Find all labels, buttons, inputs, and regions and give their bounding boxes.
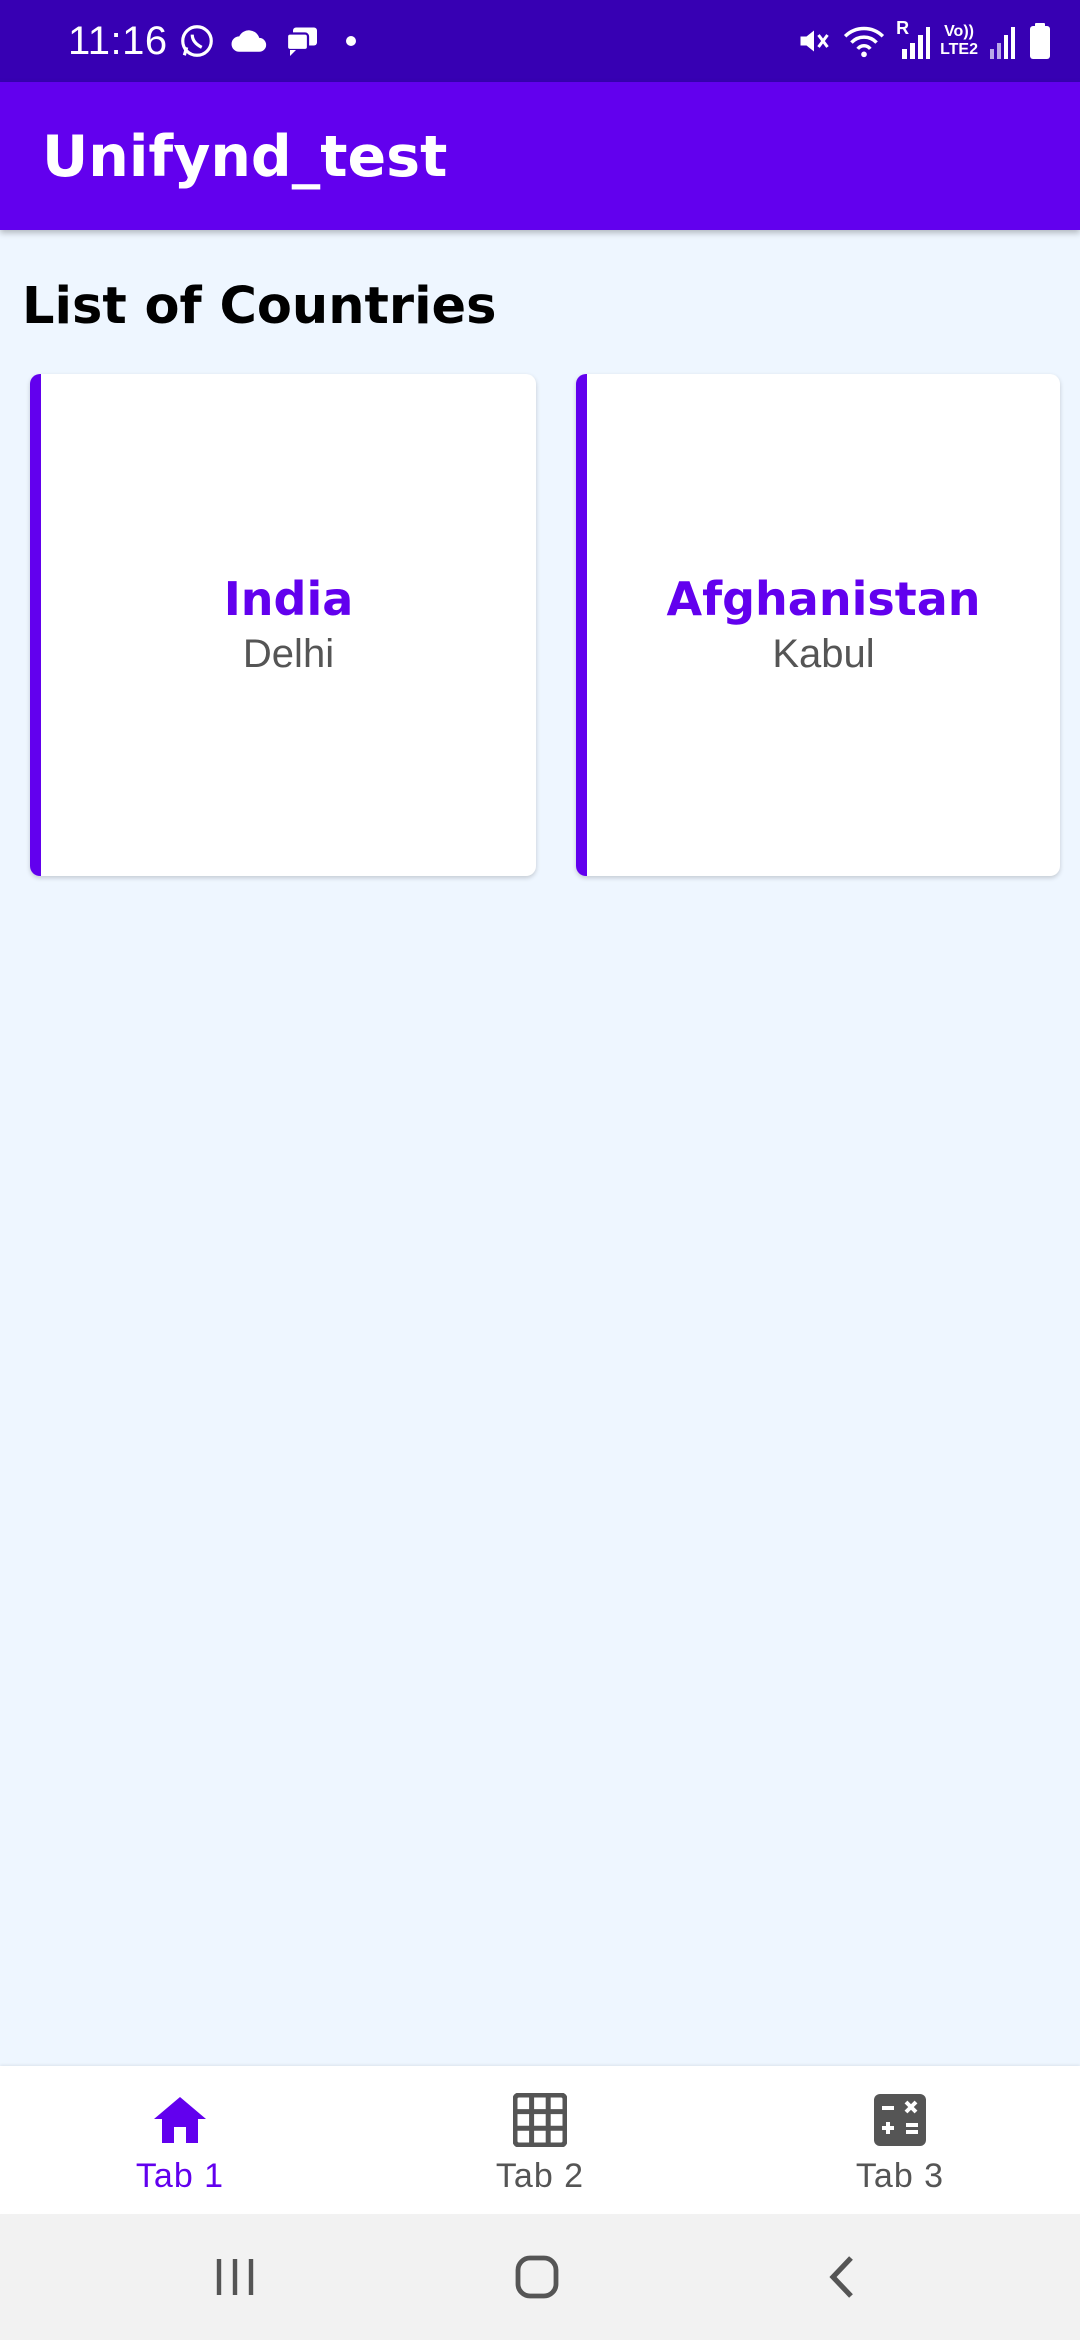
signal-icon — [988, 21, 1018, 61]
roaming-label: R — [896, 18, 910, 38]
bottom-navigation: Tab 1 Tab 2 Tab 3 — [0, 2066, 1080, 2214]
calculator-icon — [874, 2092, 926, 2148]
country-card-india[interactable]: India Delhi — [30, 374, 536, 876]
app-bar: Unifynd_test — [0, 82, 1080, 230]
home-icon — [152, 2092, 208, 2148]
mute-icon — [796, 23, 832, 59]
volte-label-bottom: LTE2 — [940, 41, 978, 58]
messages-icon — [284, 24, 320, 58]
status-right-icons: R Vo)) LTE2 — [796, 14, 1052, 68]
status-bar: 11:16 R Vo)) LTE2 — [0, 0, 1080, 82]
card-accent — [30, 374, 41, 876]
back-icon[interactable] — [812, 2252, 872, 2302]
status-time: 11:16 — [68, 19, 168, 63]
dot-icon — [346, 36, 356, 46]
tab-3[interactable]: Tab 3 — [720, 2066, 1080, 2214]
card-accent — [576, 374, 587, 876]
country-name: Afghanistan — [666, 572, 981, 626]
capital-name: Kabul — [772, 632, 875, 676]
system-navigation-bar — [0, 2214, 1080, 2340]
tab-2-label: Tab 2 — [495, 2157, 585, 2195]
grid-icon — [513, 2092, 567, 2148]
battery-icon — [1028, 21, 1052, 61]
tab-3-label: Tab 3 — [855, 2157, 945, 2195]
country-name: India — [223, 572, 354, 626]
whatsapp-icon — [178, 22, 216, 60]
volte-label-top: Vo)) — [944, 23, 974, 40]
status-left-icons — [178, 18, 356, 64]
capital-name: Delhi — [242, 632, 335, 676]
recent-apps-icon[interactable] — [205, 2252, 265, 2302]
home-button-icon[interactable] — [507, 2252, 567, 2302]
tab-2[interactable]: Tab 2 — [360, 2066, 720, 2214]
card-body: Afghanistan Kabul — [587, 374, 1060, 876]
card-body: India Delhi — [41, 374, 536, 876]
wifi-icon — [842, 23, 886, 59]
cloud-icon — [230, 26, 270, 56]
tab-1[interactable]: Tab 1 — [0, 2066, 360, 2214]
country-card-afghanistan[interactable]: Afghanistan Kabul — [576, 374, 1060, 876]
volte-icon: Vo)) LTE2 — [940, 23, 978, 59]
app-title: Unifynd_test — [42, 124, 448, 190]
signal-r-icon: R — [896, 18, 931, 63]
tab-1-label: Tab 1 — [135, 2157, 225, 2195]
section-title: List of Countries — [22, 277, 497, 336]
